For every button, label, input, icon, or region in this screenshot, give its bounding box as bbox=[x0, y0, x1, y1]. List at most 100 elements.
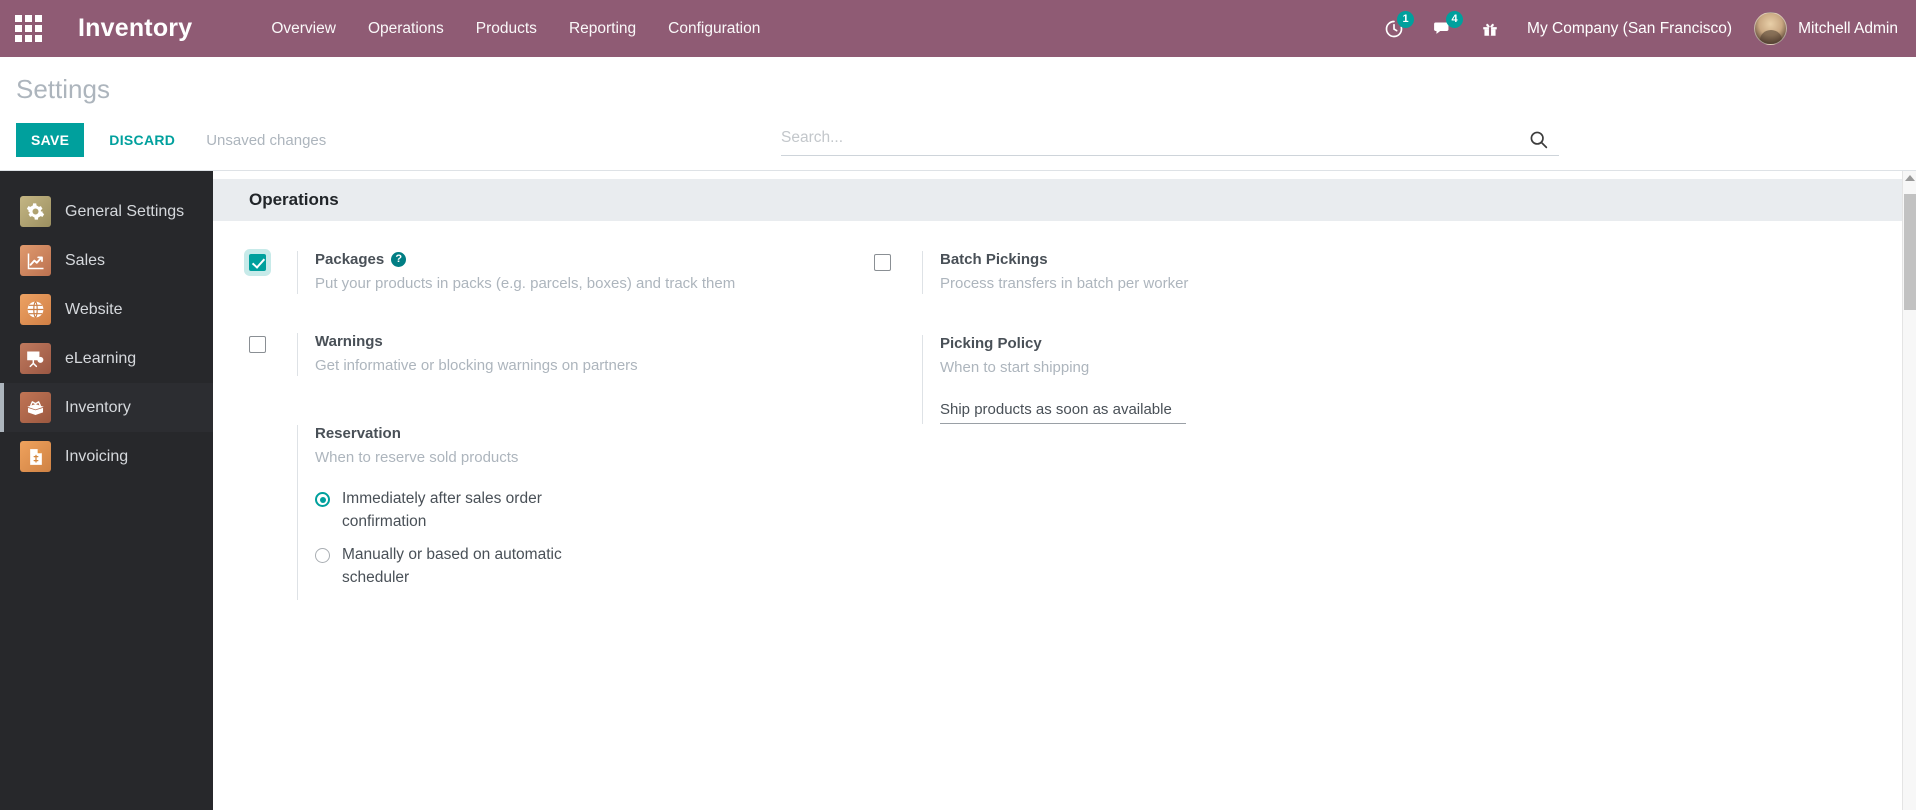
reservation-description: When to reserve sold products bbox=[315, 449, 519, 466]
batch-pickings-checkbox-cell bbox=[874, 251, 922, 271]
control-panel: Settings SAVE DISCARD Unsaved changes bbox=[0, 57, 1916, 171]
sidebar-item-website[interactable]: Website bbox=[0, 285, 213, 334]
navbar-right-tools: 1 4 My Company (San Francisco) Mitchell … bbox=[1370, 0, 1916, 57]
search-input[interactable] bbox=[781, 127, 1559, 155]
globe-icon bbox=[20, 294, 51, 325]
packages-checkbox[interactable] bbox=[249, 254, 266, 271]
apps-menu-button[interactable] bbox=[0, 0, 56, 57]
batch-pickings-title-row: Batch Pickings bbox=[940, 251, 1499, 268]
packages-body: Packages ? Put your products in packs (e… bbox=[297, 251, 874, 295]
main-nav-menu: Overview Operations Products Reporting C… bbox=[255, 2, 776, 56]
reservation-radio-group: Immediately after sales order confirmati… bbox=[315, 488, 874, 589]
activities-button[interactable]: 1 bbox=[1370, 0, 1418, 57]
open-box-icon bbox=[20, 392, 51, 423]
app-brand-title[interactable]: Inventory bbox=[78, 14, 192, 43]
picking-policy-spacer-cell bbox=[874, 335, 922, 338]
control-panel-actions: SAVE DISCARD Unsaved changes bbox=[16, 123, 326, 157]
sidebar-item-label: eLearning bbox=[65, 349, 137, 367]
nav-item-products[interactable]: Products bbox=[460, 2, 553, 56]
batch-pickings-label: Batch Pickings bbox=[940, 251, 1048, 268]
discard-button[interactable]: DISCARD bbox=[94, 123, 190, 157]
reservation-body: Reservation When to reserve sold product… bbox=[297, 425, 874, 601]
sidebar-item-sales[interactable]: Sales bbox=[0, 236, 213, 285]
messages-badge: 4 bbox=[1446, 11, 1464, 28]
sidebar-item-label: Invoicing bbox=[65, 447, 129, 465]
scroll-up-button[interactable] bbox=[1903, 171, 1916, 185]
nav-item-overview[interactable]: Overview bbox=[255, 2, 352, 56]
sidebar-item-label: Website bbox=[65, 300, 123, 318]
picking-policy-label: Picking Policy bbox=[940, 335, 1042, 352]
search-bar bbox=[781, 127, 1559, 156]
settings-scroll-area: Operations Packages ? Put your products … bbox=[213, 171, 1902, 810]
reservation-title-row: Reservation bbox=[315, 425, 874, 442]
settings-column-left: Packages ? Put your products in packs (e… bbox=[249, 251, 874, 634]
presentation-icon bbox=[20, 343, 51, 374]
batch-pickings-checkbox[interactable] bbox=[874, 254, 891, 271]
nav-item-reporting[interactable]: Reporting bbox=[553, 2, 652, 56]
packages-description: Put your products in packs (e.g. parcels… bbox=[315, 275, 736, 292]
top-navbar: Inventory Overview Operations Products R… bbox=[0, 0, 1916, 57]
nav-item-operations[interactable]: Operations bbox=[352, 2, 460, 56]
activities-badge: 1 bbox=[1397, 11, 1415, 28]
setting-reservation: Reservation When to reserve sold product… bbox=[249, 425, 874, 601]
warnings-checkbox-cell bbox=[249, 333, 297, 353]
batch-pickings-description: Process transfers in batch per worker bbox=[940, 275, 1189, 292]
settings-content: Operations Packages ? Put your products … bbox=[213, 171, 1916, 810]
search-button[interactable] bbox=[1528, 129, 1549, 155]
gift-icon bbox=[1483, 23, 1497, 36]
radio-manual-label: Manually or based on automatic scheduler bbox=[342, 546, 562, 586]
radio-manual[interactable] bbox=[315, 548, 330, 564]
picking-policy-body: Picking Policy When to start shipping Sh… bbox=[922, 335, 1499, 425]
page-body: General Settings Sales Website eLearning… bbox=[0, 171, 1916, 810]
sidebar-item-general-settings[interactable]: General Settings bbox=[0, 187, 213, 236]
company-switcher[interactable]: My Company (San Francisco) bbox=[1513, 20, 1746, 38]
save-button[interactable]: SAVE bbox=[16, 123, 85, 157]
radio-immediate[interactable] bbox=[315, 492, 330, 508]
search-icon bbox=[1530, 131, 1548, 149]
reservation-option-immediate[interactable]: Immediately after sales order confirmati… bbox=[315, 488, 874, 533]
picking-policy-description: When to start shipping bbox=[940, 359, 1090, 376]
packages-label: Packages bbox=[315, 251, 385, 268]
packages-checkbox-cell bbox=[249, 251, 297, 271]
page-title: Settings bbox=[16, 74, 110, 104]
gear-icon bbox=[20, 196, 51, 227]
reservation-spacer-cell bbox=[249, 425, 297, 428]
warnings-checkbox[interactable] bbox=[249, 336, 266, 353]
apps-grid-icon bbox=[14, 15, 42, 42]
warnings-body: Warnings Get informative or blocking war… bbox=[297, 333, 874, 377]
settings-sidebar: General Settings Sales Website eLearning… bbox=[0, 171, 213, 810]
settings-column-right: Batch Pickings Process transfers in batc… bbox=[874, 251, 1499, 634]
nav-item-configuration[interactable]: Configuration bbox=[652, 2, 776, 56]
warnings-title-row: Warnings bbox=[315, 333, 874, 350]
scroll-thumb[interactable] bbox=[1904, 194, 1916, 310]
sidebar-item-inventory[interactable]: Inventory bbox=[0, 383, 213, 432]
setting-packages: Packages ? Put your products in packs (e… bbox=[249, 251, 874, 299]
section-header-operations: Operations bbox=[213, 179, 1902, 221]
avatar bbox=[1754, 12, 1788, 45]
help-icon[interactable]: ? bbox=[391, 252, 407, 267]
vertical-scrollbar[interactable] bbox=[1902, 171, 1916, 810]
setting-picking-policy: Picking Policy When to start shipping Sh… bbox=[874, 335, 1499, 425]
reservation-option-manual[interactable]: Manually or based on automatic scheduler bbox=[315, 544, 874, 589]
picking-policy-select[interactable]: Ship products as soon as available When … bbox=[940, 399, 1186, 425]
batch-pickings-body: Batch Pickings Process transfers in batc… bbox=[922, 251, 1499, 295]
sidebar-item-invoicing[interactable]: Invoicing bbox=[0, 432, 213, 481]
gift-button[interactable] bbox=[1467, 0, 1513, 57]
packages-title-row: Packages ? bbox=[315, 251, 874, 268]
chart-line-up-icon bbox=[20, 245, 51, 276]
radio-immediate-label: Immediately after sales order confirmati… bbox=[342, 490, 542, 530]
sidebar-item-elearning[interactable]: eLearning bbox=[0, 334, 213, 383]
user-menu[interactable]: Mitchell Admin bbox=[1746, 12, 1898, 45]
setting-batch-pickings: Batch Pickings Process transfers in batc… bbox=[874, 251, 1499, 299]
sidebar-item-label: General Settings bbox=[65, 202, 185, 220]
messages-button[interactable]: 4 bbox=[1418, 0, 1467, 57]
picking-policy-title-row: Picking Policy bbox=[940, 335, 1499, 352]
reservation-label: Reservation bbox=[315, 425, 401, 442]
warnings-label: Warnings bbox=[315, 333, 383, 350]
sidebar-item-label: Inventory bbox=[65, 398, 131, 416]
unsaved-changes-note: Unsaved changes bbox=[206, 131, 327, 149]
setting-warnings: Warnings Get informative or blocking war… bbox=[249, 333, 874, 381]
invoice-document-icon bbox=[20, 441, 51, 472]
sidebar-item-label: Sales bbox=[65, 251, 106, 269]
triangle-up-icon bbox=[1904, 175, 1915, 181]
